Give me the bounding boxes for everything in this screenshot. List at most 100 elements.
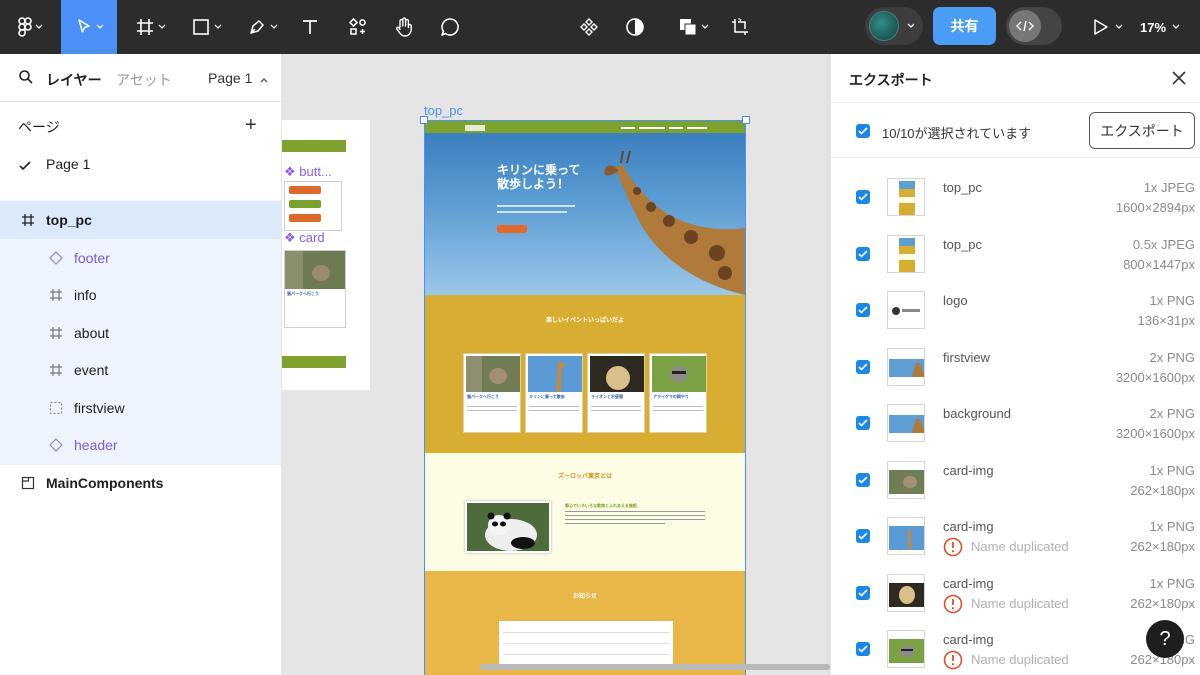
export-item-checkbox[interactable] — [856, 585, 870, 600]
help-button[interactable]: ? — [1146, 620, 1184, 658]
figma-menu-icon — [17, 17, 32, 37]
layer-footer[interactable]: footer — [0, 239, 281, 277]
export-item-checkbox[interactable] — [856, 303, 870, 317]
move-tool-button[interactable] — [61, 0, 117, 54]
contrast-icon — [626, 18, 644, 36]
export-item[interactable]: top_pc 0.5x JPEG 800×1447px — [831, 234, 1200, 291]
chevron-down-icon — [1115, 24, 1123, 29]
frame-icon — [48, 325, 64, 341]
zoom-control[interactable]: 17% — [1140, 0, 1180, 54]
export-item-size: 800×1447px — [1123, 256, 1195, 272]
export-thumbnail — [887, 404, 925, 442]
top-pc-frame[interactable]: キリンに乗って 散歩しよう！ 楽しいイベントいっぱいだよ 猫パークへ行こう キリン… — [424, 120, 746, 675]
divider — [831, 102, 1200, 103]
card-text-line — [591, 410, 641, 411]
layer-top-pc[interactable]: top_pc — [0, 201, 281, 239]
layer-about[interactable]: about — [0, 314, 281, 352]
chevron-down-icon — [270, 24, 277, 29]
export-item[interactable]: top_pc 1x JPEG 1600×2894px — [831, 178, 1200, 234]
layer-header[interactable]: header — [0, 426, 281, 464]
layer-label: firstview — [74, 400, 125, 416]
zoom-level: 17% — [1140, 19, 1167, 35]
shape-tool-button[interactable] — [184, 0, 228, 54]
collaborators-button[interactable] — [865, 7, 923, 45]
export-item-size: 262×180px — [1130, 482, 1195, 498]
layer-label: info — [74, 287, 97, 303]
export-item[interactable]: background 2x PNG 3200×1600px — [831, 404, 1200, 460]
export-item[interactable]: card-img1x PNG262×180pxName duplicated — [831, 573, 1200, 630]
add-page-icon[interactable]: + — [245, 115, 257, 135]
frame-tool-icon — [136, 19, 153, 35]
export-item[interactable]: firstview 2x PNG 3200×1600px — [831, 347, 1200, 404]
about-subtitle: 都心でいろいろな動物とふれあえる施設 — [565, 503, 637, 508]
frame-tool-button[interactable] — [128, 0, 172, 54]
text-tool-button[interactable] — [296, 0, 324, 54]
main-menu-button[interactable] — [10, 0, 50, 54]
frame-icon — [48, 287, 64, 303]
pen-tool-icon — [249, 20, 264, 34]
layer-main-components[interactable]: MainComponents — [0, 464, 281, 502]
page-selector[interactable]: Page 1 — [208, 70, 268, 86]
tab-layers[interactable]: レイヤー — [46, 70, 102, 90]
design-info: お知らせ — [425, 571, 745, 675]
layer-firstview[interactable]: firstview — [0, 389, 281, 427]
component-button[interactable] — [576, 0, 602, 54]
dev-mode-toggle[interactable] — [1006, 7, 1062, 45]
export-button[interactable]: エクスポート — [1089, 112, 1195, 149]
resize-handle[interactable] — [420, 116, 428, 124]
close-icon[interactable] — [1171, 70, 1187, 91]
main-components-frame[interactable]: ❖ butt... ❖ card 猫パークへ行こう — [282, 120, 370, 390]
export-item-checkbox[interactable] — [856, 246, 870, 261]
export-item[interactable]: card-img1x PNG262×180pxName duplicated — [831, 517, 1200, 573]
present-button[interactable] — [1088, 0, 1128, 54]
avatar — [869, 11, 899, 41]
hand-tool-button[interactable] — [390, 0, 418, 54]
export-item-checkbox[interactable] — [856, 642, 870, 656]
export-item-scale: 1x JPEG — [1143, 180, 1195, 195]
tab-assets[interactable]: アセット — [116, 70, 172, 90]
select-all-checkbox[interactable] — [856, 124, 870, 138]
export-item-checkbox[interactable] — [856, 190, 870, 204]
card-title: 猫パークへ行こう — [467, 394, 499, 399]
export-item[interactable]: logo 1x PNG 136×31px — [831, 291, 1200, 347]
page-item[interactable]: Page 1 — [46, 156, 90, 172]
pen-tool-button[interactable] — [240, 0, 284, 54]
card-component-title: ❖ card — [284, 230, 325, 245]
horizontal-scrollbar[interactable] — [480, 664, 830, 670]
frame-label[interactable]: top_pc — [424, 103, 463, 118]
layer-info[interactable]: info — [0, 276, 281, 314]
resources-tool-button[interactable] — [344, 0, 372, 54]
share-button[interactable]: 共有 — [933, 7, 996, 45]
comment-tool-button[interactable] — [436, 0, 464, 54]
crop-button[interactable] — [726, 0, 754, 54]
component-instance-icon — [48, 250, 64, 266]
warning-icon — [943, 594, 963, 619]
comment-tool-icon — [441, 18, 459, 36]
resize-handle[interactable] — [742, 116, 750, 124]
export-item-checkbox[interactable] — [856, 416, 870, 430]
export-thumbnail — [887, 573, 925, 612]
search-icon[interactable] — [18, 69, 34, 90]
export-item[interactable]: card-img 1x PNG 262×180px — [831, 460, 1200, 517]
export-item-checkbox[interactable] — [856, 359, 870, 374]
boolean-button[interactable] — [672, 0, 714, 54]
export-item-name: card-img — [943, 575, 994, 591]
about-text-line — [565, 523, 665, 524]
export-item[interactable]: card-img1x PNG262×180pxName duplicated — [831, 630, 1200, 675]
card-text-line — [653, 410, 703, 411]
checkmark-icon — [19, 158, 31, 176]
button-variant — [289, 200, 321, 208]
chevron-up-icon — [260, 78, 268, 83]
layers-panel: レイヤー アセット Page 1 ページ + Page 1 top_pc foo… — [0, 54, 282, 675]
raccoon-image — [652, 356, 706, 392]
mask-button[interactable] — [622, 0, 648, 54]
export-item-checkbox[interactable] — [856, 529, 870, 543]
components-tool-icon — [348, 17, 366, 35]
export-item-scale: 1x PNG — [1149, 519, 1195, 534]
layer-event[interactable]: event — [0, 351, 281, 389]
component-icon — [580, 18, 598, 36]
design-about: ズーロッパ東京とは 都心でいろいろな動物とふれあえる施設 — [425, 453, 745, 571]
canvas[interactable]: ❖ butt... ❖ card 猫パークへ行こう top_pc キリンに乗って… — [282, 54, 830, 675]
export-item-checkbox[interactable] — [856, 472, 870, 487]
boolean-icon — [679, 19, 696, 36]
